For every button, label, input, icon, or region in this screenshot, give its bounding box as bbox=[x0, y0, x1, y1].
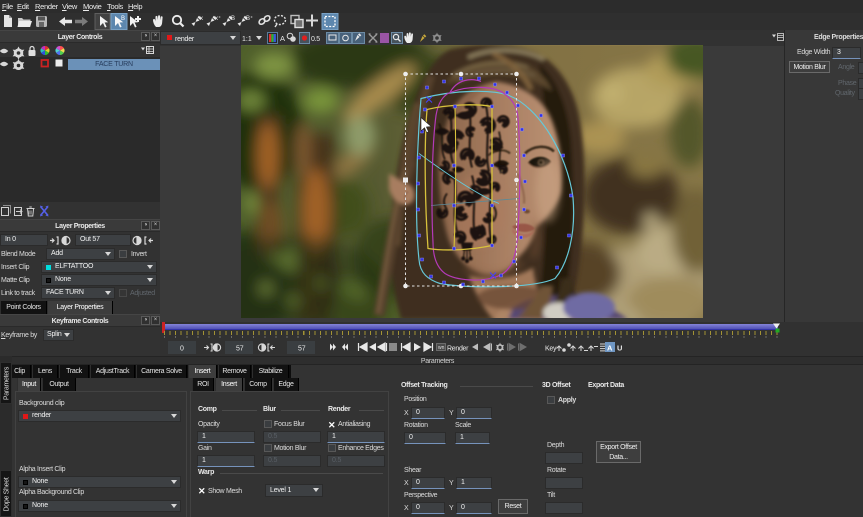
svg-text:57: 57 bbox=[298, 346, 306, 353]
svg-text:B: B bbox=[231, 16, 235, 22]
svg-text:Key: Key bbox=[545, 346, 557, 353]
svg-text:0.5: 0.5 bbox=[311, 36, 320, 43]
svg-text:A: A bbox=[607, 344, 613, 353]
svg-text:A: A bbox=[280, 34, 285, 43]
svg-text:B: B bbox=[121, 16, 125, 22]
svg-text:Render: Render bbox=[447, 346, 469, 353]
svg-text:1:1: 1:1 bbox=[242, 36, 252, 43]
svg-text:render: render bbox=[175, 36, 195, 43]
svg-text:B⁺: B⁺ bbox=[246, 15, 253, 22]
svg-text:57: 57 bbox=[236, 346, 244, 353]
svg-text:x⁺: x⁺ bbox=[215, 15, 221, 22]
svg-text:0: 0 bbox=[180, 346, 184, 353]
svg-text:x: x bbox=[200, 16, 203, 22]
svg-text:wn: wn bbox=[438, 345, 445, 351]
svg-text:U: U bbox=[617, 344, 622, 353]
